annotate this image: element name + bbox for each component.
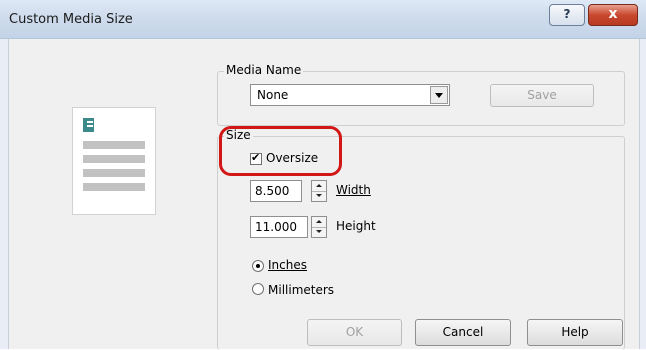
cancel-button[interactable]: Cancel [415,319,511,346]
radio-selected-indicator [256,264,260,268]
height-value: 11.000 [255,220,297,234]
preview-line [83,169,145,177]
preview-line [83,155,145,163]
spin-down-icon[interactable] [312,227,326,237]
page-preview [72,107,156,215]
millimeters-label: Millimeters [268,283,335,297]
document-icon [83,118,94,132]
close-icon: x [608,6,618,22]
spin-down-icon[interactable] [312,191,326,201]
oversize-highlight [219,126,342,176]
help-icon: ? [563,7,571,21]
width-field[interactable]: 8.500 [250,180,302,202]
width-label: Width [336,183,371,197]
chevron-down-icon[interactable] [430,86,448,104]
media-name-value: None [257,88,289,102]
media-name-select[interactable]: None [250,84,450,106]
height-field[interactable]: 11.000 [250,216,308,238]
help-button[interactable]: Help [527,319,623,346]
custom-media-size-dialog: Custom Media Size ? x Media Name None Sa… [0,0,646,350]
preview-line [83,183,145,191]
width-value: 8.500 [255,184,290,198]
close-button[interactable]: x [588,4,638,26]
title-bar: Custom Media Size ? x [0,0,646,39]
preview-line [83,141,145,149]
height-label: Height [336,219,376,233]
inches-radio[interactable] [252,260,264,272]
window-title: Custom Media Size [9,12,133,27]
inches-label: Inches [268,258,307,272]
ok-button[interactable]: OK [307,319,402,346]
help-title-button[interactable]: ? [549,4,585,26]
save-button[interactable]: Save [490,84,594,107]
millimeters-radio[interactable] [252,283,264,295]
width-spinner[interactable] [311,180,327,202]
height-spinner[interactable] [311,216,327,238]
media-name-legend: Media Name [224,63,304,77]
